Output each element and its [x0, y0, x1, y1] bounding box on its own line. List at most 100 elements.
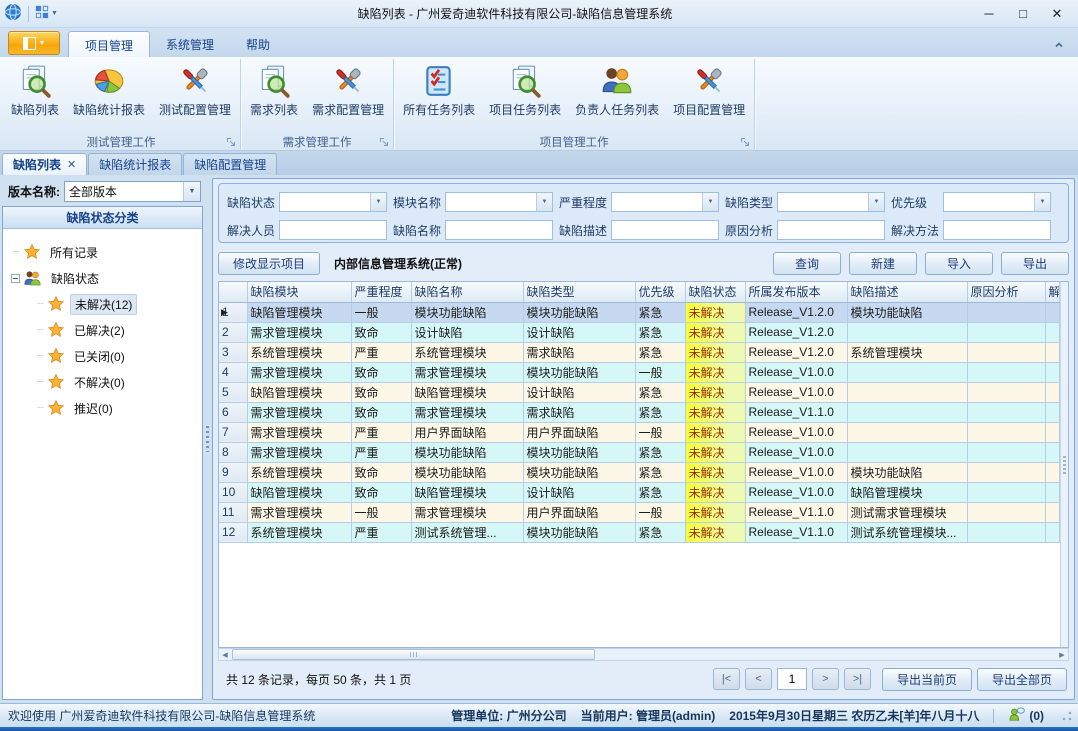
first-page-button[interactable]: |< — [713, 668, 740, 690]
doc-tab-缺陷列表[interactable]: 缺陷列表✕ — [2, 153, 87, 175]
column-header-严重程度[interactable]: 严重程度 — [351, 282, 411, 302]
cell-缺陷模块: 需求管理模块 — [247, 322, 351, 342]
column-header-缺陷状态[interactable]: 缺陷状态 — [685, 282, 745, 302]
message-indicator[interactable]: (0) — [1008, 707, 1044, 724]
tree-item-不解决(0)[interactable]: ┈不解决(0) — [13, 369, 198, 395]
ribbon-button-缺陷统计报表[interactable]: 缺陷统计报表 — [66, 61, 152, 121]
table-row[interactable]: 11需求管理模块一般需求管理模块用户界面缺陷一般未解决Release_V1.1.… — [219, 502, 1060, 522]
column-header-优先级[interactable]: 优先级 — [635, 282, 685, 302]
table-row[interactable]: 3系统管理模块严重系统管理模块需求缺陷紧急未解决Release_V1.2.0系统… — [219, 342, 1060, 362]
filter-combo-优先级[interactable]: ▼ — [943, 192, 1051, 212]
action-button-导出[interactable]: 导出 — [1001, 252, 1069, 275]
table-row[interactable]: 4需求管理模块致命需求管理模块模块功能缺陷一般未解决Release_V1.0.0 — [219, 362, 1060, 382]
scroll-right-icon[interactable]: ▶ — [1056, 651, 1068, 659]
tree-item-已解决(2)[interactable]: ┈已解决(2) — [13, 317, 198, 343]
modify-columns-button[interactable]: 修改显示项目 — [218, 252, 320, 275]
table-row[interactable]: 6需求管理模块致命需求管理模块需求缺陷紧急未解决Release_V1.1.0 — [219, 402, 1060, 422]
tree-item-未解决(12)[interactable]: ┈未解决(12) — [13, 291, 198, 317]
table-row[interactable]: 8需求管理模块严重模块功能缺陷模块功能缺陷紧急未解决Release_V1.0.0 — [219, 442, 1060, 462]
ribbon-button-负责人任务列表[interactable]: 负责人任务列表 — [568, 61, 666, 121]
vertical-scrollbar[interactable] — [1060, 282, 1068, 647]
splitter-handle[interactable] — [203, 178, 212, 700]
action-button-查询[interactable]: 查询 — [773, 252, 841, 275]
ribbon-button-项目任务列表[interactable]: 项目任务列表 — [482, 61, 568, 121]
table-row[interactable]: 1▶缺陷管理模块一般模块功能缺陷模块功能缺陷紧急未解决Release_V1.2.… — [219, 302, 1060, 322]
tree-item-推迟(0)[interactable]: ┈推迟(0) — [13, 395, 198, 421]
cell-缺陷状态: 未解决 — [685, 302, 745, 322]
resize-grip[interactable] — [1062, 711, 1072, 721]
quick-access-toolbar[interactable]: ▼ — [35, 5, 58, 22]
app-menu-button[interactable]: ▼ — [8, 31, 60, 55]
horizontal-scrollbar[interactable]: ◀ ▶ — [218, 648, 1069, 661]
filter-input-原因分析[interactable] — [777, 220, 885, 240]
tree-item-所有记录[interactable]: ┈所有记录 — [13, 239, 198, 265]
doc-tab-缺陷统计报表[interactable]: 缺陷统计报表 — [88, 153, 182, 175]
collapse-node-icon[interactable] — [11, 274, 20, 283]
table-row[interactable]: 10缺陷管理模块致命缺陷管理模块设计缺陷紧急未解决Release_V1.0.0缺… — [219, 482, 1060, 502]
export-all-pages-button[interactable]: 导出全部页 — [977, 668, 1067, 691]
table-row[interactable]: 9系统管理模块致命模块功能缺陷模块功能缺陷紧急未解决Release_V1.0.0… — [219, 462, 1060, 482]
minimize-button[interactable]: ─ — [972, 2, 1006, 26]
cell-原因分析 — [967, 402, 1045, 422]
column-header-所属发布版本[interactable]: 所属发布版本 — [745, 282, 847, 302]
action-button-新建[interactable]: 新建 — [849, 252, 917, 275]
scroll-left-icon[interactable]: ◀ — [219, 651, 231, 659]
ribbon-button-项目配置管理[interactable]: 项目配置管理 — [666, 61, 752, 121]
cell-缺陷类型: 设计缺陷 — [523, 382, 635, 402]
table-row[interactable]: 5缺陷管理模块致命缺陷管理模块设计缺陷紧急未解决Release_V1.0.0 — [219, 382, 1060, 402]
chevron-down-icon[interactable]: ▼ — [536, 193, 552, 211]
column-header-解决方法[interactable]: 解决方法 — [1045, 282, 1060, 302]
tree-connector: ┈ — [37, 325, 42, 336]
tree-item-已关闭(0)[interactable]: ┈已关闭(0) — [13, 343, 198, 369]
ribbon-button-需求配置管理[interactable]: 需求配置管理 — [305, 61, 391, 121]
table-row[interactable]: 12系统管理模块严重测试系统管理...模块功能缺陷紧急未解决Release_V1… — [219, 522, 1060, 542]
ribbon-tab-系统管理[interactable]: 系统管理 — [150, 31, 230, 57]
close-button[interactable]: ✕ — [1040, 2, 1074, 26]
column-header-缺陷类型[interactable]: 缺陷类型 — [523, 282, 635, 302]
filter-combo-严重程度[interactable]: ▼ — [611, 192, 719, 212]
filter-input-解决人员[interactable] — [279, 220, 387, 240]
chevron-down-icon[interactable]: ▼ — [183, 182, 200, 201]
ribbon-button-需求列表[interactable]: 需求列表 — [243, 61, 305, 121]
ribbon-button-缺陷列表[interactable]: 缺陷列表 — [4, 61, 66, 121]
cell-缺陷名称: 需求管理模块 — [411, 402, 523, 422]
filter-input-缺陷描述[interactable] — [611, 220, 719, 240]
chevron-down-icon[interactable]: ▼ — [1034, 193, 1050, 211]
column-header-缺陷名称[interactable]: 缺陷名称 — [411, 282, 523, 302]
filter-combo-模块名称[interactable]: ▼ — [445, 192, 553, 212]
filter-combo-缺陷状态[interactable]: ▼ — [279, 192, 387, 212]
collapse-ribbon-button[interactable] — [1052, 38, 1066, 52]
filter-combo-缺陷类型[interactable]: ▼ — [777, 192, 885, 212]
filter-input-解决方法[interactable] — [943, 220, 1051, 240]
filter-input-缺陷名称[interactable] — [445, 220, 553, 240]
page-number-input[interactable] — [777, 668, 807, 690]
column-header-缺陷描述[interactable]: 缺陷描述 — [847, 282, 967, 302]
export-current-page-button[interactable]: 导出当前页 — [882, 668, 972, 691]
dialog-launcher-icon[interactable] — [740, 137, 750, 147]
last-page-button[interactable]: >| — [844, 668, 871, 690]
table-row[interactable]: 2需求管理模块致命设计缺陷设计缺陷紧急未解决Release_V1.2.0 — [219, 322, 1060, 342]
tree-item-缺陷状态[interactable]: ┈缺陷状态 — [13, 265, 198, 291]
chevron-down-icon[interactable]: ▼ — [702, 193, 718, 211]
scrollbar-thumb[interactable] — [232, 649, 595, 660]
close-tab-icon[interactable]: ✕ — [67, 158, 76, 171]
current-row-icon: ▶ — [221, 307, 228, 318]
ribbon-button-测试配置管理[interactable]: 测试配置管理 — [152, 61, 238, 121]
column-header-原因分析[interactable]: 原因分析 — [967, 282, 1045, 302]
action-button-导入[interactable]: 导入 — [925, 252, 993, 275]
doc-tab-缺陷配置管理[interactable]: 缺陷配置管理 — [183, 153, 277, 175]
next-page-button[interactable]: > — [812, 668, 839, 690]
prev-page-button[interactable]: < — [745, 668, 772, 690]
maximize-button[interactable]: □ — [1006, 2, 1040, 26]
chevron-down-icon[interactable]: ▼ — [370, 193, 386, 211]
ribbon-tab-项目管理[interactable]: 项目管理 — [68, 31, 150, 57]
column-header-缺陷模块[interactable]: 缺陷模块 — [247, 282, 351, 302]
dialog-launcher-icon[interactable] — [379, 137, 389, 147]
ribbon-button-所有任务列表[interactable]: 所有任务列表 — [396, 61, 482, 121]
chevron-down-icon[interactable]: ▼ — [868, 193, 884, 211]
ribbon-tab-帮助[interactable]: 帮助 — [230, 31, 286, 57]
version-select[interactable]: 全部版本 ▼ — [64, 181, 201, 202]
cell-原因分析 — [967, 362, 1045, 382]
dialog-launcher-icon[interactable] — [226, 137, 236, 147]
table-row[interactable]: 7需求管理模块严重用户界面缺陷用户界面缺陷一般未解决Release_V1.0.0 — [219, 422, 1060, 442]
